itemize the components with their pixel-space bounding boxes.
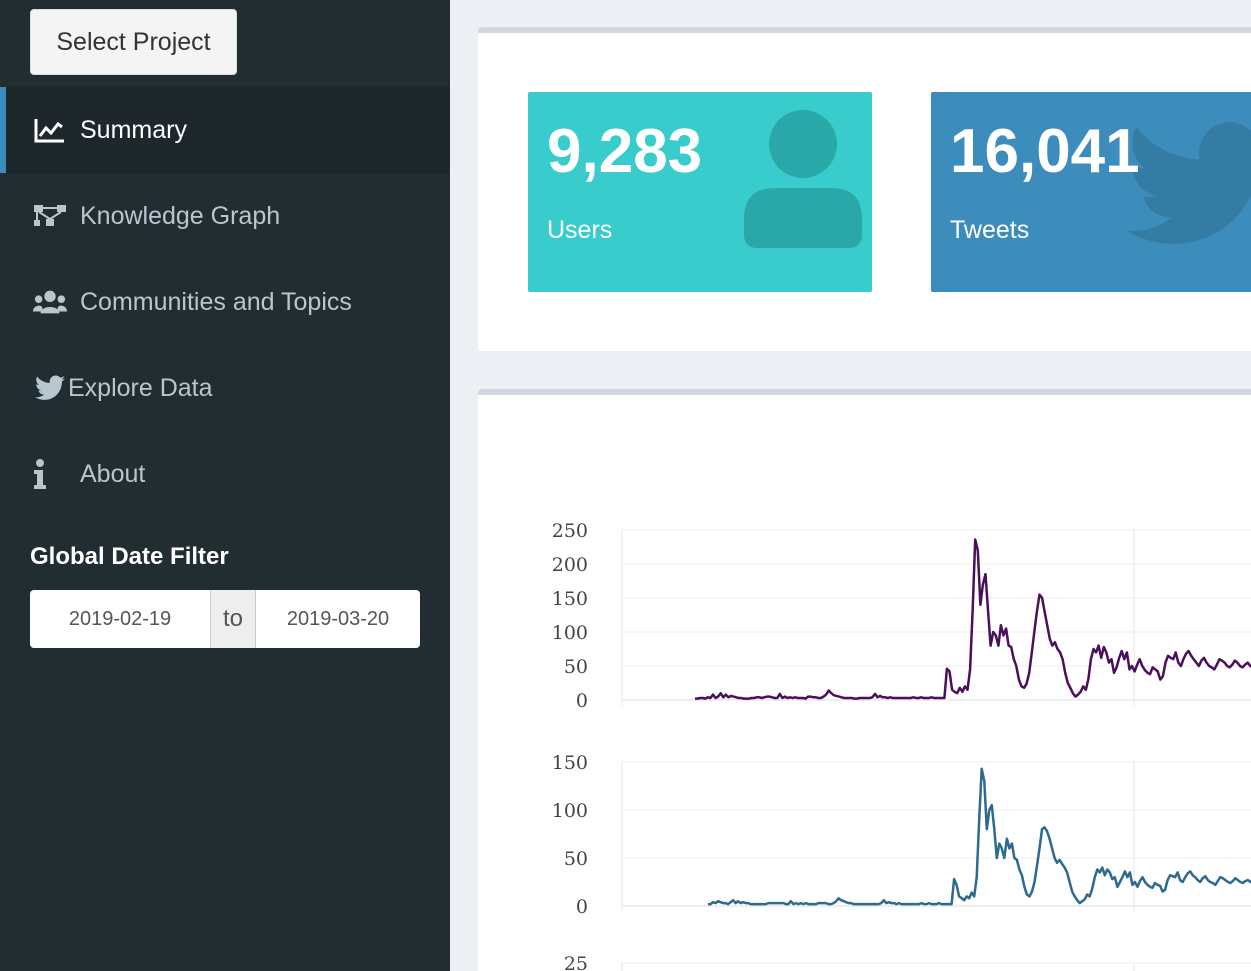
sidebar-item-label: Explore Data bbox=[68, 373, 213, 402]
info-icon bbox=[30, 458, 50, 490]
line-chart-icon bbox=[33, 114, 67, 146]
tweets-label: Tweets bbox=[950, 216, 1030, 244]
date-filter-title: Global Date Filter bbox=[30, 543, 229, 570]
series-line bbox=[708, 767, 1251, 906]
sidebar-item-label: Knowledge Graph bbox=[80, 201, 281, 230]
y-tick-label: 0 bbox=[576, 690, 588, 712]
tweets-count: 16,041 bbox=[950, 117, 1140, 186]
timeline-chart-svg: 250 200 150 100 50 0 150 100 50 0 25 bbox=[552, 520, 1251, 971]
sidebar-item-label: Communities and Topics bbox=[80, 287, 352, 316]
start-date-input[interactable]: 2019-02-19 bbox=[30, 590, 210, 648]
date-range-input: 2019-02-19 to 2019-03-20 bbox=[30, 590, 420, 648]
graph-icon bbox=[33, 200, 67, 232]
tweets-value-box: 16,041 Tweets bbox=[931, 92, 1251, 292]
sidebar-item-communities[interactable]: Communities and Topics bbox=[0, 259, 450, 345]
y-tick-label: 150 bbox=[552, 588, 588, 610]
sidebar: Select Project Summary Knowledge Graph C… bbox=[0, 0, 450, 971]
sidebar-item-explore-data[interactable]: Explore Data bbox=[0, 345, 450, 431]
twitter-icon bbox=[33, 372, 67, 404]
users-value-box: 9,283 Users bbox=[528, 92, 872, 292]
y-tick-label: 100 bbox=[552, 622, 588, 644]
end-date-input[interactable]: 2019-03-20 bbox=[256, 590, 420, 648]
select-project-button[interactable]: Select Project bbox=[30, 9, 237, 75]
sidebar-item-about[interactable]: About bbox=[0, 431, 450, 517]
twitter-icon bbox=[1126, 122, 1251, 244]
users-icon bbox=[33, 286, 67, 318]
users-label: Users bbox=[547, 216, 613, 244]
sidebar-item-label: About bbox=[80, 459, 146, 488]
series-line bbox=[695, 538, 1251, 700]
users-count: 9,283 bbox=[547, 117, 703, 186]
y-tick-label: 0 bbox=[576, 896, 588, 918]
y-tick-label: 200 bbox=[552, 554, 588, 576]
y-tick-label: 50 bbox=[564, 848, 588, 870]
date-separator: to bbox=[210, 590, 256, 648]
y-tick-label: 25 bbox=[564, 953, 588, 971]
y-tick-label: 50 bbox=[564, 656, 588, 678]
sidebar-item-knowledge-graph[interactable]: Knowledge Graph bbox=[0, 173, 450, 259]
y-tick-label: 150 bbox=[552, 752, 588, 774]
timeline-chart: 250 200 150 100 50 0 150 100 50 0 25 bbox=[540, 500, 1251, 971]
y-tick-label: 250 bbox=[552, 520, 588, 542]
sidebar-item-summary[interactable]: Summary bbox=[0, 87, 450, 173]
user-icon bbox=[744, 110, 862, 248]
y-tick-label: 100 bbox=[552, 800, 588, 822]
sidebar-item-label: Summary bbox=[80, 115, 187, 144]
